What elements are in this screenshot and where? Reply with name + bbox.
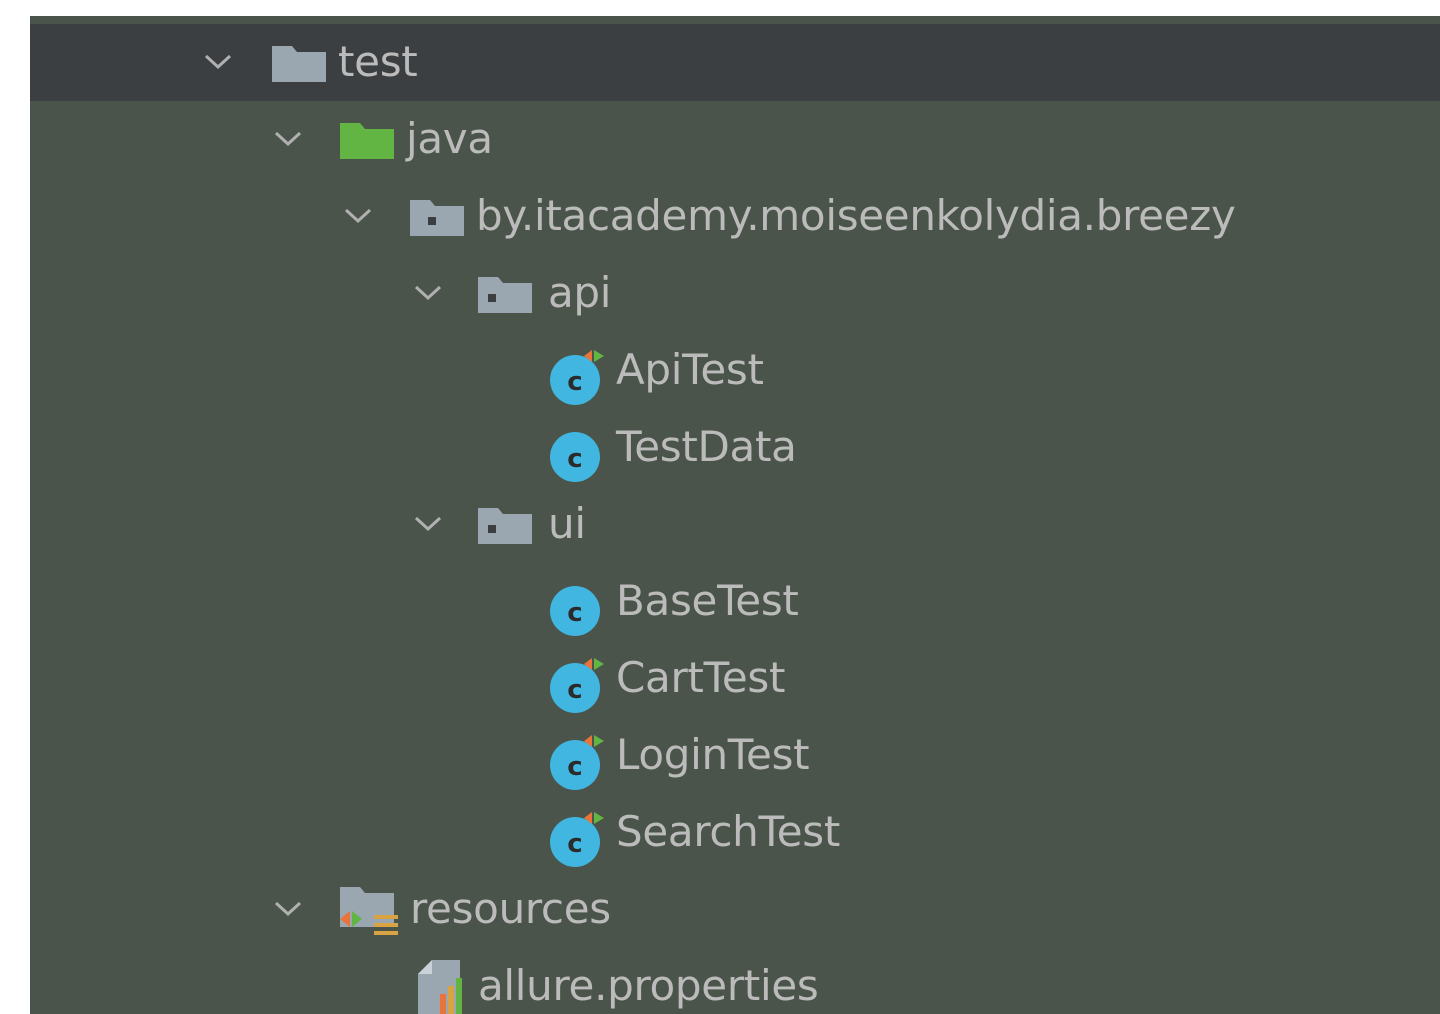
class-icon: c	[548, 577, 608, 642]
package-icon	[408, 196, 466, 243]
tree-node-test[interactable]: test	[30, 24, 1440, 101]
tree-node-api[interactable]: api	[30, 255, 1440, 332]
tree-node-java[interactable]: java	[30, 101, 1440, 178]
test-class-icon: c	[548, 654, 608, 719]
tree-node-label: BaseTest	[616, 576, 799, 625]
svg-text:c: c	[567, 598, 582, 628]
tree-node-class[interactable]: c LoginTest	[30, 717, 1440, 794]
test-class-icon: c	[548, 808, 608, 873]
svg-text:c: c	[567, 675, 582, 705]
tree-node-label: ApiTest	[616, 345, 764, 394]
folder-icon	[270, 42, 328, 89]
chevron-down-icon[interactable]	[202, 46, 234, 78]
tree-node-file[interactable]: allure.properties	[30, 948, 1440, 1014]
svg-text:c: c	[567, 829, 582, 859]
chevron-down-icon[interactable]	[272, 123, 304, 155]
tree-node-label: allure.properties	[478, 961, 819, 1010]
package-icon	[476, 273, 534, 320]
chevron-down-icon[interactable]	[342, 200, 374, 232]
chevron-down-icon[interactable]	[412, 277, 444, 309]
tree-node-resources[interactable]: resources	[30, 871, 1440, 948]
class-icon: c	[548, 423, 608, 488]
svg-text:c: c	[567, 752, 582, 782]
tree-node-label: by.itacademy.moiseenkolydia.breezy	[476, 191, 1236, 240]
svg-text:c: c	[567, 444, 582, 474]
tree-node-class[interactable]: c SearchTest	[30, 794, 1440, 871]
package-icon	[476, 504, 534, 551]
project-tree: test java by.itacademy.moiseenkolydia.br…	[30, 16, 1440, 1014]
properties-file-icon	[416, 958, 472, 1014]
resources-root-folder-icon	[338, 883, 400, 944]
tree-node-label: CartTest	[616, 653, 786, 702]
tree-node-label: resources	[410, 884, 611, 933]
tree-node-ui[interactable]: ui	[30, 486, 1440, 563]
tree-node-label: TestData	[616, 422, 797, 471]
test-class-icon: c	[548, 346, 608, 411]
tree-node-label: LoginTest	[616, 730, 810, 779]
tree-node-class[interactable]: c BaseTest	[30, 563, 1440, 640]
tree-node-label: api	[548, 268, 612, 317]
tree-node-class[interactable]: c CartTest	[30, 640, 1440, 717]
test-class-icon: c	[548, 731, 608, 796]
chevron-down-icon[interactable]	[272, 893, 304, 925]
tree-node-label: SearchTest	[616, 807, 841, 856]
tree-node-class[interactable]: c TestData	[30, 409, 1440, 486]
tree-node-label: java	[406, 114, 493, 163]
tree-node-class[interactable]: c ApiTest	[30, 332, 1440, 409]
chevron-down-icon[interactable]	[412, 508, 444, 540]
tree-node-label: ui	[548, 499, 586, 548]
source-root-folder-icon	[338, 119, 396, 166]
tree-node-package[interactable]: by.itacademy.moiseenkolydia.breezy	[30, 178, 1440, 255]
svg-text:c: c	[567, 367, 582, 397]
tree-node-label: test	[338, 37, 418, 86]
